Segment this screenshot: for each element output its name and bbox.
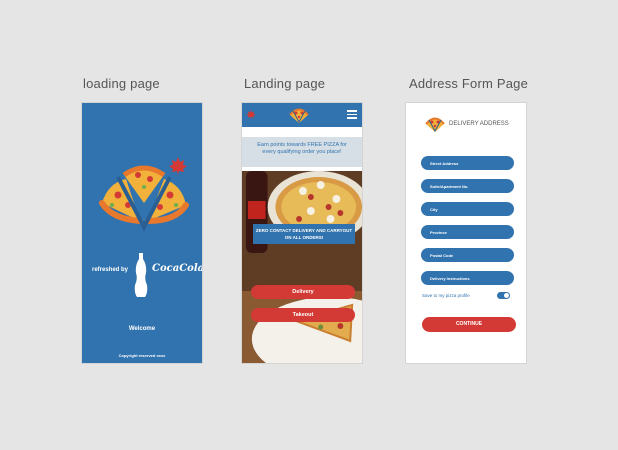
zero-contact-banner: ZERO CONTACT DELIVERY AND CARRYOUT ON AL… [253,224,355,244]
province-input[interactable] [421,225,514,239]
hamburger-menu-icon[interactable] [347,110,357,119]
suite-apartment-input[interactable] [421,179,514,193]
delivery-address-title: DELIVERY ADDRESS [449,121,509,127]
continue-button[interactable]: CONTINUE [422,317,516,332]
delivery-button[interactable]: Delivery [251,285,355,299]
street-address-input[interactable] [421,156,514,170]
city-input[interactable] [421,202,514,216]
maple-leaf-icon [246,110,256,119]
copyright-text: Copyright reserved xxxx [118,353,166,358]
takeout-button[interactable]: Takeout [251,308,355,322]
app-header [242,103,362,127]
pizza-logo-icon[interactable] [289,106,309,124]
address-form-screen: DELIVERY ADDRESS Save to my pizza profil… [405,102,527,364]
caption-address-page: Address Form Page [409,76,529,91]
postal-code-input[interactable] [421,248,514,262]
loading-page-screen: refreshed by CocaCola Welcome Copyright … [81,102,203,364]
caption-loading-page: loading page [83,76,160,91]
delivery-instructions-input[interactable] [421,271,514,285]
pizza-logo-icon [99,157,189,232]
save-profile-toggle[interactable] [497,292,510,299]
pizza-photo [242,171,362,363]
landing-page-screen: Earn points towards FREE PIZZA for every… [241,102,363,364]
caption-landing-page: Landing page [244,76,326,91]
coke-bottle-icon [134,253,148,297]
save-profile-label: Save to my pizza profile [422,293,470,298]
coca-cola-logo: CocaCola [152,263,203,274]
welcome-text: Welcome [128,326,156,332]
refreshed-by-label: refreshed by [92,267,129,273]
promo-text: Earn points towards FREE PIZZA for every… [242,137,362,167]
pizza-logo-icon [425,117,445,133]
